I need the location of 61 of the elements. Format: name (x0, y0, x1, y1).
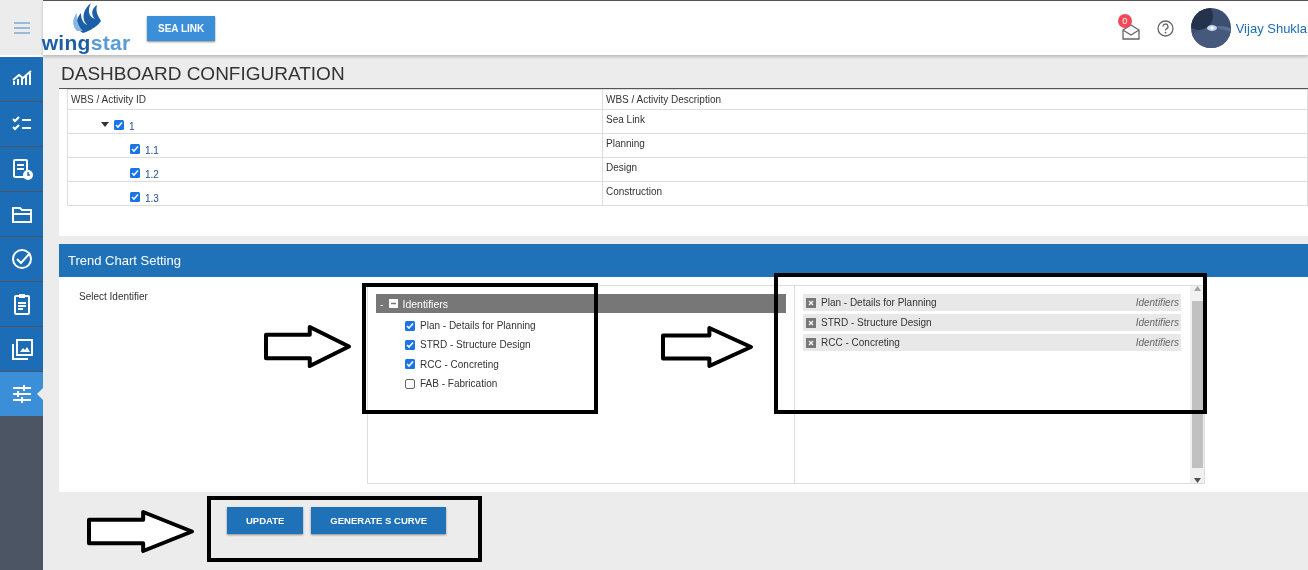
checkbox[interactable] (130, 143, 140, 154)
logo-text: wingstar (41, 33, 131, 53)
checkbox[interactable] (405, 359, 415, 370)
sidebar-item[interactable] (0, 147, 43, 191)
generate-button[interactable]: GENERATE S CURVE (311, 507, 447, 534)
scroll-down-icon[interactable] (1193, 478, 1201, 483)
sidebar-item[interactable] (0, 237, 43, 281)
check-circle-icon (10, 248, 33, 270)
identifier-label: RCC - Concreting (420, 358, 499, 370)
sidebar-item[interactable] (0, 282, 43, 326)
notification-badge: 0 (1117, 14, 1132, 28)
item-label: STRD - Structure Design (821, 317, 932, 328)
report-clock-icon (10, 158, 33, 180)
remove-button[interactable] (806, 317, 816, 328)
activity-id: 1.1 (145, 144, 159, 156)
gallery-icon (10, 338, 33, 360)
project-button[interactable]: SEA LINK (147, 15, 216, 41)
activity-id: 1.3 (145, 192, 159, 204)
checkbox[interactable] (114, 119, 124, 130)
activity-id: 1.2 (145, 168, 159, 180)
column-header: WBS / Activity Description (602, 89, 1308, 110)
user-name-link[interactable]: Vijay Shukla (1235, 20, 1307, 36)
item-label: Plan - Details for Planning (821, 297, 937, 308)
remove-button[interactable] (806, 337, 816, 348)
table-cell: Design (602, 157, 1308, 182)
checkbox[interactable] (405, 339, 415, 350)
group-label: Identifiers (1135, 297, 1179, 308)
checkbox[interactable] (130, 191, 140, 202)
sidebar-item[interactable] (0, 372, 43, 416)
toggle-text[interactable]: - (380, 297, 384, 310)
tree-label: Identifiers (402, 297, 449, 310)
help-icon[interactable] (1156, 19, 1174, 37)
identifier-label: FAB - Fabrication (420, 378, 498, 390)
table-cell: Construction (602, 181, 1308, 206)
page-title: DASHBOARD CONFIGURATION (59, 57, 1308, 89)
checkbox[interactable] (405, 320, 415, 331)
identifier-label: STRD - Structure Design (420, 339, 531, 351)
sidebar-item[interactable] (0, 192, 43, 236)
panel-header: Trend Chart Setting (59, 244, 1308, 277)
activity-id: 1 (129, 120, 135, 132)
checkbox[interactable] (405, 378, 415, 389)
caret-icon[interactable] (101, 121, 109, 128)
identifier-label: Plan - Details for Planning (420, 320, 536, 332)
sidebar-item[interactable] (0, 327, 43, 371)
sliders-icon (10, 383, 33, 405)
checkbox[interactable] (130, 167, 140, 178)
table-cell: Planning (602, 133, 1308, 158)
tree-header[interactable]: - Identifiers (376, 294, 786, 313)
scrollbar[interactable] (1190, 286, 1204, 483)
group-label: Identifiers (1135, 337, 1179, 348)
sidebar-item[interactable] (0, 102, 43, 146)
column-header: WBS / Activity ID (67, 89, 603, 110)
update-button[interactable]: UPDATE (227, 507, 304, 534)
field-label: Select Identifier (79, 291, 148, 302)
table-cell: Sea Link (602, 109, 1308, 134)
remove-button[interactable] (806, 297, 816, 308)
mail-icon[interactable] (1121, 24, 1140, 40)
item-label: RCC - Concreting (821, 337, 900, 348)
collapse-icon[interactable] (388, 299, 398, 308)
group-label: Identifiers (1135, 317, 1179, 328)
sidebar-item[interactable] (0, 57, 43, 101)
